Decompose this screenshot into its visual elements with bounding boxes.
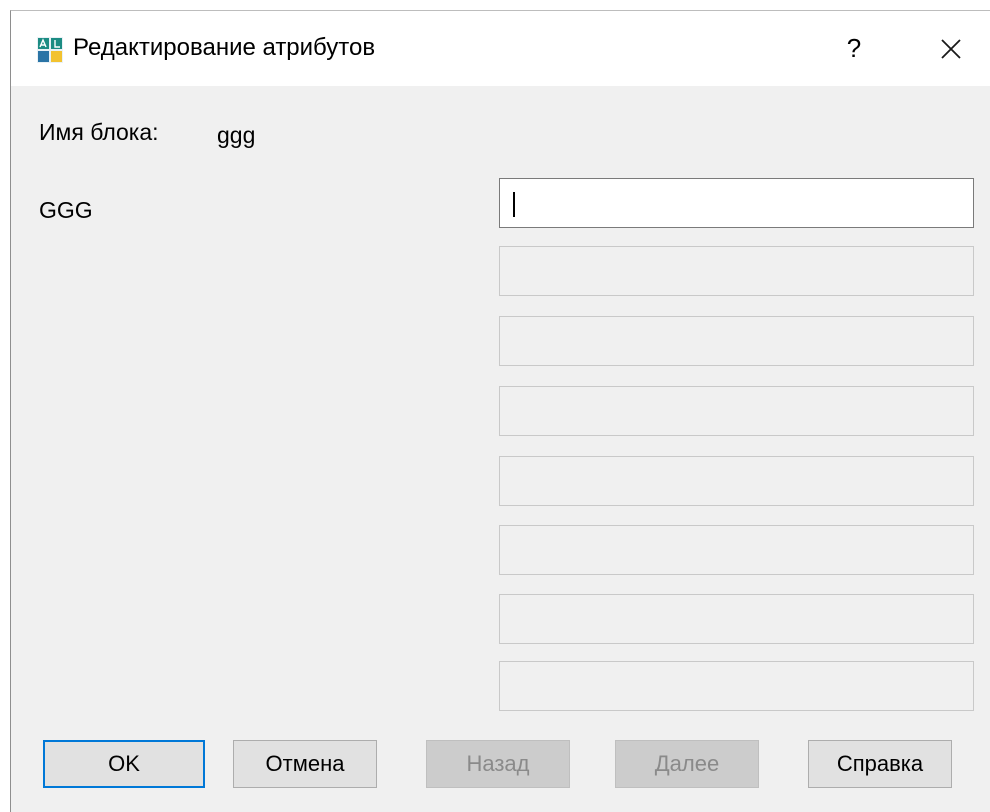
block-name-value: ggg (217, 122, 256, 148)
close-icon (941, 38, 961, 59)
empty-attribute-field (499, 246, 974, 296)
empty-attribute-field (499, 386, 974, 436)
cancel-button[interactable]: Отмена (233, 740, 377, 788)
empty-attribute-field (499, 316, 974, 366)
dialog-title: Редактирование атрибутов (73, 34, 376, 61)
next-button: Далее (615, 740, 759, 788)
close-button[interactable] (911, 11, 990, 86)
attribute-value-field[interactable] (499, 178, 974, 228)
empty-attribute-field (499, 525, 974, 575)
title-bar: Редактирование атрибутов ? (11, 11, 990, 86)
help-reference-button[interactable]: Справка (808, 740, 952, 788)
empty-attribute-field (499, 594, 974, 644)
edit-attributes-dialog: Редактирование атрибутов ? Имя блока: gg… (10, 10, 990, 812)
help-button[interactable]: ? (819, 11, 889, 86)
empty-attribute-field (499, 661, 974, 711)
attribute-label: GGG (39, 197, 93, 223)
back-button: Назад (426, 740, 570, 788)
empty-attribute-field (499, 456, 974, 506)
ok-button[interactable]: OK (43, 740, 205, 788)
attribute-edit-icon (37, 37, 63, 63)
text-caret (513, 192, 515, 217)
block-name-label: Имя блока: (39, 119, 159, 145)
